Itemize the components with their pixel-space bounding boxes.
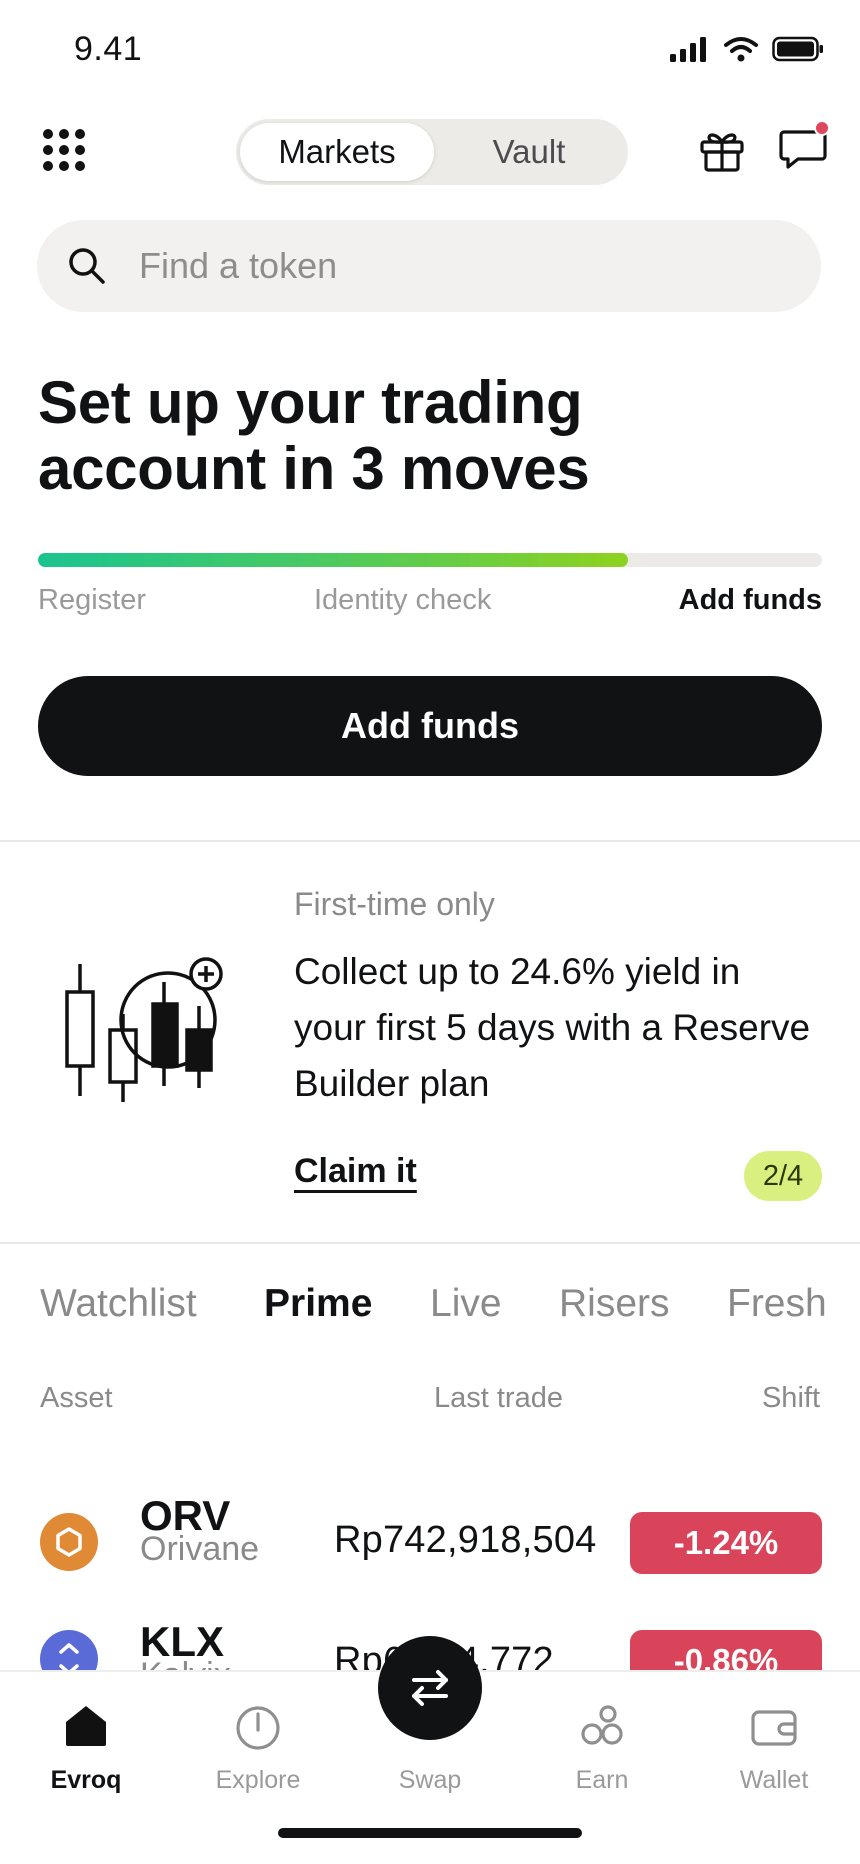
candlestick-chart-icon — [56, 956, 236, 1106]
wallet-icon — [751, 1710, 797, 1746]
compass-icon — [236, 1706, 280, 1750]
gift-icon[interactable] — [698, 126, 746, 174]
signal-icon — [670, 37, 706, 62]
setup-title: Set up your trading account in 3 moves — [38, 369, 590, 502]
nav-label: Wallet — [739, 1766, 809, 1794]
apps-grid-icon[interactable] — [40, 126, 88, 174]
setup-progress-fill — [38, 553, 628, 567]
coins-icon — [581, 1705, 623, 1745]
tab-fresh[interactable]: Fresh — [727, 1282, 827, 1326]
promo-kicker: First-time only — [294, 886, 495, 922]
promo-text: Collect up to 24.6% yield in your first … — [294, 951, 811, 1104]
home-indicator — [278, 1828, 582, 1838]
setup-progress-bar — [38, 553, 822, 567]
section-divider — [0, 1242, 860, 1244]
markets-vault-toggle: Markets Vault — [236, 119, 628, 185]
change-badge: -0.86% — [630, 1630, 822, 1670]
step-add-funds: Add funds — [678, 584, 822, 616]
asset-name: Kalvix — [140, 1656, 231, 1670]
tab-risers[interactable]: Risers — [559, 1282, 670, 1326]
column-header-last-trade: Last trade — [434, 1382, 563, 1414]
column-header-shift: Shift — [761, 1382, 820, 1414]
asset-row[interactable]: ORV Orivane Rp742,918,504 -1.24% — [0, 1460, 860, 1580]
nav-label: Swap — [398, 1766, 462, 1794]
wifi-icon — [724, 37, 758, 62]
status-time: 9.41 — [74, 30, 143, 68]
swap-arrows-icon — [412, 1670, 448, 1706]
asset-price: Rp742,918,504 — [334, 1519, 597, 1561]
step-identity-check: Identity check — [314, 584, 492, 616]
step-register: Register — [38, 584, 146, 616]
promo-pager-badge: 2/4 — [744, 1151, 822, 1201]
search-input[interactable] — [139, 220, 779, 312]
claim-it-link[interactable]: Claim it — [294, 1152, 417, 1191]
home-icon — [66, 1706, 106, 1746]
nav-label: Explore — [215, 1766, 301, 1794]
status-icons — [670, 36, 824, 62]
token-search — [37, 220, 821, 312]
segment-markets[interactable]: Markets — [240, 119, 434, 185]
hexagon-coin-icon — [40, 1513, 98, 1571]
asset-name: Orivane — [140, 1530, 260, 1568]
tab-prime[interactable]: Prime — [264, 1282, 372, 1326]
add-funds-button[interactable]: Add funds — [38, 676, 822, 776]
notification-dot — [814, 120, 830, 136]
column-header-asset: Asset — [40, 1382, 113, 1414]
market-tabs: Watchlist Prime Live Risers Fresh — [0, 1282, 860, 1338]
chevrons-coin-icon — [40, 1630, 98, 1670]
tab-live[interactable]: Live — [430, 1282, 502, 1326]
tab-watchlist[interactable]: Watchlist — [40, 1282, 197, 1326]
swap-button[interactable] — [378, 1636, 482, 1740]
battery-icon — [772, 36, 823, 62]
search-icon — [69, 248, 105, 284]
section-divider — [0, 840, 860, 842]
change-badge: -1.24% — [630, 1512, 822, 1574]
segment-vault[interactable]: Vault — [434, 119, 624, 185]
nav-label: Earn — [575, 1766, 629, 1794]
nav-label: Evroq — [50, 1766, 122, 1794]
